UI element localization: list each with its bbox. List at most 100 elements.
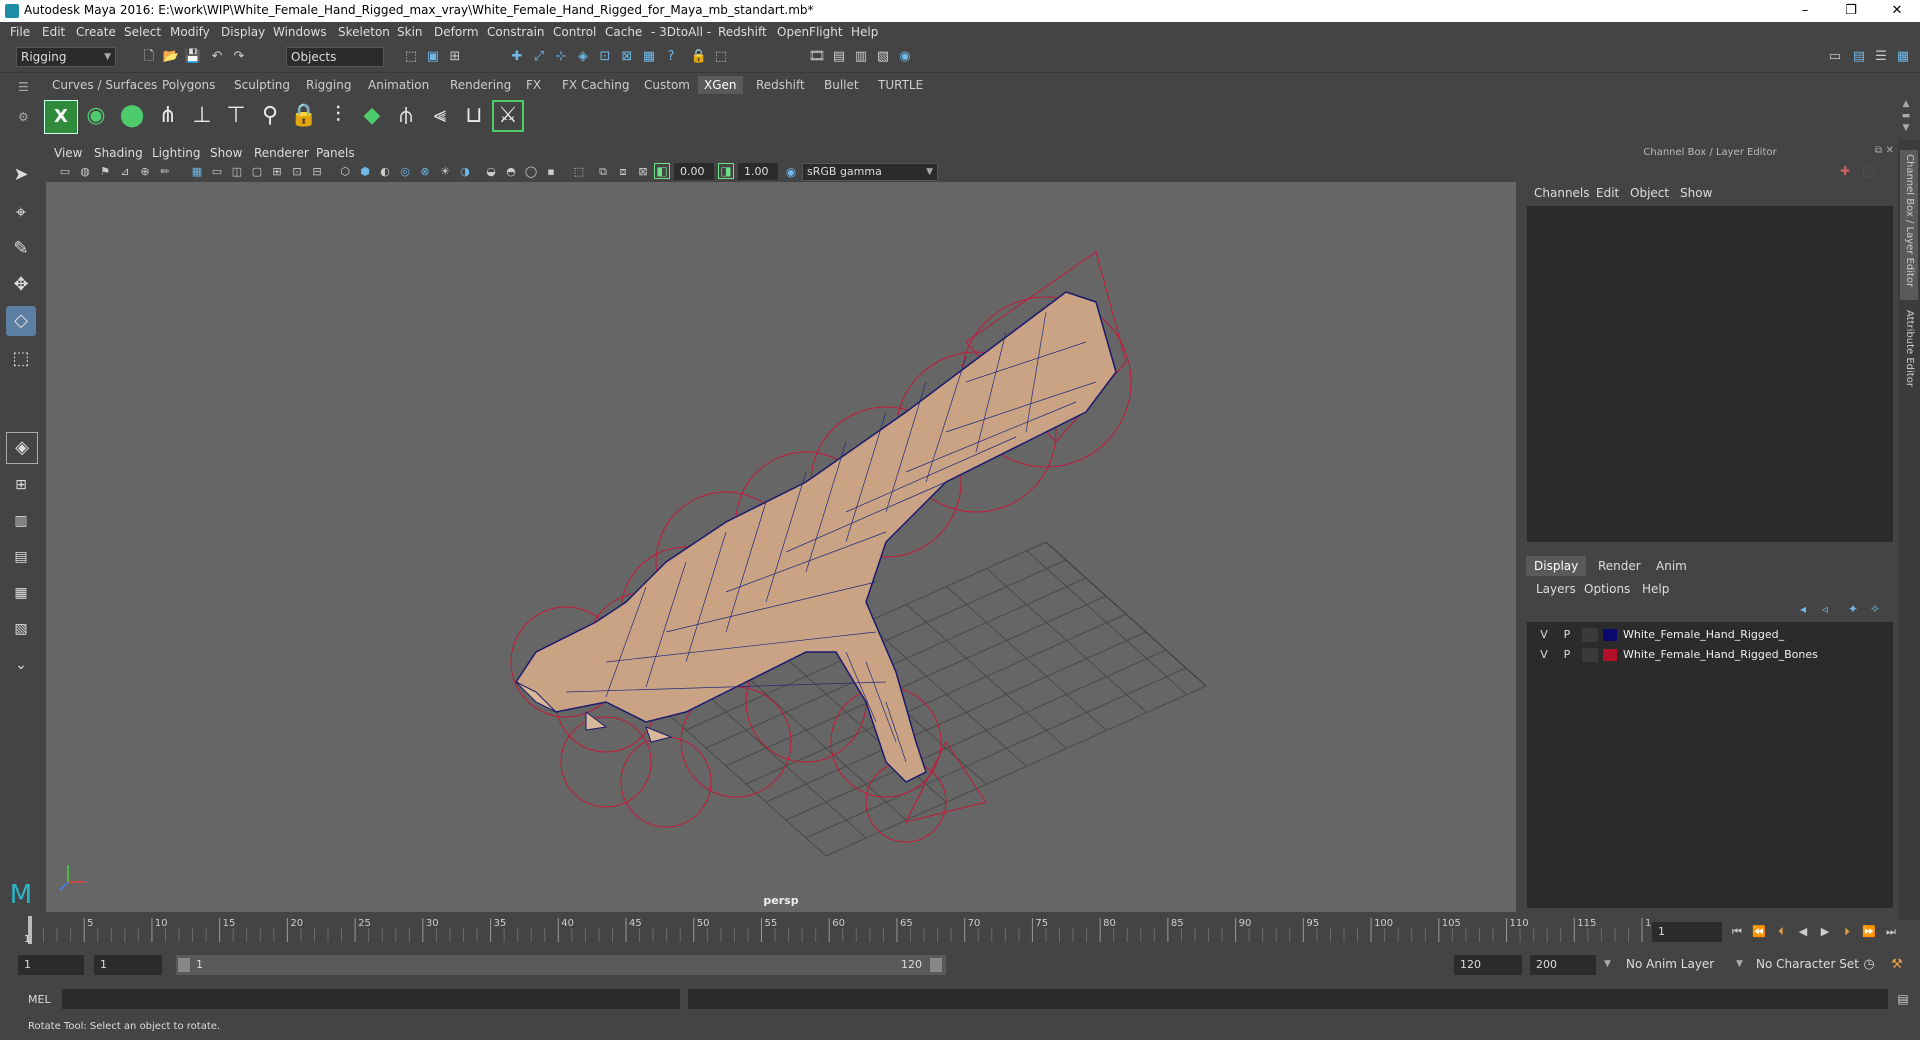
open-scene-icon[interactable]: 📂 — [162, 48, 180, 66]
move-layer-down-icon[interactable]: ◃ — [1822, 602, 1828, 616]
xgen-primitive-icon[interactable]: ⋔ — [152, 100, 184, 132]
ipr-render-icon[interactable]: ▥ — [852, 48, 870, 66]
outliner-persp-graph-layout-icon[interactable]: ▦ — [6, 578, 36, 608]
grease-pencil-icon[interactable]: ✏ — [156, 163, 174, 181]
side-tab-attribute-editor[interactable]: Attribute Editor — [1904, 310, 1915, 387]
mode-dropdown[interactable]: Rigging ▼ — [16, 47, 116, 67]
layer-tab-display[interactable]: Display — [1526, 556, 1587, 576]
minimize-button[interactable]: – — [1782, 0, 1828, 22]
layer-tab-render[interactable]: Render — [1590, 556, 1649, 576]
layer-display-type[interactable] — [1582, 628, 1598, 642]
use-all-lights-icon[interactable]: ☀ — [436, 163, 454, 181]
vp-menu-renderer[interactable]: Renderer — [254, 146, 309, 160]
maximize-button[interactable]: ❐ — [1828, 0, 1874, 22]
layer-visibility-toggle[interactable]: V — [1535, 648, 1553, 661]
smooth-shade-icon[interactable]: ⬢ — [356, 163, 374, 181]
shelf-tab-xgen[interactable]: XGen — [698, 76, 743, 94]
textured-icon[interactable]: ⊗ — [416, 163, 434, 181]
menu-skin[interactable]: Skin — [397, 25, 423, 39]
auto-key-icon[interactable]: ◷ — [1860, 956, 1878, 974]
xgen-comb-icon[interactable]: ⫷ — [424, 100, 456, 132]
persp-outliner-layout-icon[interactable]: ▥ — [6, 506, 36, 536]
four-view-layout-icon[interactable]: ⊞ — [6, 470, 36, 500]
perspective-viewport[interactable]: persp — [46, 182, 1516, 912]
range-end-handle[interactable] — [930, 958, 942, 972]
shelf-tab-fx[interactable]: FX — [520, 76, 547, 94]
xgen-clump-icon[interactable]: ⫛ — [390, 100, 422, 132]
shelf-tab-rendering[interactable]: Rendering — [444, 76, 517, 94]
side-tab-channel-box[interactable]: Channel Box / Layer Editor — [1904, 154, 1915, 287]
layer-name[interactable]: White_Female_Hand_Rigged_ — [1623, 628, 1784, 641]
xgen-lock-guide-icon[interactable]: 🔒 — [288, 100, 320, 132]
cb-menu-channels[interactable]: Channels — [1534, 186, 1590, 200]
film-gate-icon[interactable]: ▭ — [208, 163, 226, 181]
layer-color-swatch[interactable] — [1603, 649, 1617, 661]
vp-menu-view[interactable]: View — [54, 146, 82, 160]
layout-menu-icon[interactable]: ⌄ — [6, 650, 36, 680]
selection-mode-dropdown[interactable]: Objects — [286, 47, 384, 67]
play-backwards-icon[interactable]: ◀ — [1794, 923, 1812, 941]
field-chart-icon[interactable]: ⊞ — [268, 163, 286, 181]
step-forward-frame-icon[interactable]: ⏵ — [1838, 923, 1856, 941]
menu-control[interactable]: Control — [553, 25, 596, 39]
shadows-icon[interactable]: ◑ — [456, 163, 474, 181]
xgen-preview-icon[interactable]: ◉ — [80, 100, 112, 132]
camera-attributes-icon[interactable]: ▭ — [56, 163, 74, 181]
menu-select[interactable]: Select — [124, 25, 161, 39]
rotate-tool-icon[interactable]: ◇ — [6, 306, 36, 336]
select-hierarchy-icon[interactable]: ⬚ — [402, 48, 420, 66]
undo-icon[interactable]: ↶ — [208, 48, 226, 66]
menu-edit[interactable]: Edit — [42, 25, 65, 39]
vp-menu-shading[interactable]: Shading — [94, 146, 143, 160]
cb-menu-edit[interactable]: Edit — [1596, 186, 1619, 200]
shelf-menu-icon[interactable]: ☰ — [18, 80, 32, 94]
shelf-tab-turtle[interactable]: TURTLE — [872, 76, 929, 94]
shelf-settings-icon[interactable]: ⚙ — [18, 110, 32, 124]
redo-icon[interactable]: ↷ — [230, 48, 248, 66]
snap-grid-icon[interactable]: ✚ — [508, 48, 526, 66]
shelf-tab-custom[interactable]: Custom — [638, 76, 696, 94]
shelf-tab-polygons[interactable]: Polygons — [156, 76, 221, 94]
motion-blur-icon[interactable]: ◓ — [502, 163, 520, 181]
symmetry-icon[interactable]: ⊠ — [618, 48, 636, 66]
command-input[interactable] — [62, 989, 680, 1009]
range-start-handle[interactable] — [178, 958, 190, 972]
anti-aliasing-icon[interactable]: ◯ — [522, 163, 540, 181]
snap-surface-icon[interactable]: ⊡ — [596, 48, 614, 66]
animation-start-field[interactable]: 1 — [18, 955, 84, 975]
layer-color-swatch[interactable] — [1603, 629, 1617, 641]
animation-end-field[interactable]: 200 — [1530, 955, 1596, 975]
vp-menu-show[interactable]: Show — [210, 146, 242, 160]
depth-of-field-icon[interactable]: ▪ — [542, 163, 560, 181]
menu-create[interactable]: Create — [76, 25, 116, 39]
vp-menu-lighting[interactable]: Lighting — [152, 146, 201, 160]
xray-icon[interactable]: ⧉ — [594, 163, 612, 181]
image-plane-icon[interactable]: ⊿ — [116, 163, 134, 181]
layer-menu-layers[interactable]: Layers — [1536, 582, 1576, 596]
xgen-cut-icon[interactable]: ⊔ — [458, 100, 490, 132]
wireframe-icon[interactable]: ⬡ — [336, 163, 354, 181]
shelf-tab-curves-surfaces[interactable]: Curves / Surfaces — [46, 76, 163, 94]
new-layer-icon[interactable]: ✦ — [1848, 602, 1858, 616]
menu-skeleton[interactable]: Skeleton — [338, 25, 390, 39]
menu-constrain[interactable]: Constrain — [487, 25, 545, 39]
menu-cache[interactable]: Cache — [605, 25, 642, 39]
layer-visibility-toggle[interactable]: V — [1535, 628, 1553, 641]
move-layer-up-icon[interactable]: ◂ — [1800, 602, 1806, 616]
cb-menu-object[interactable]: Object — [1630, 186, 1669, 200]
layer-menu-options[interactable]: Options — [1584, 582, 1630, 596]
select-tool-icon[interactable]: ➤ — [6, 160, 36, 190]
vp-menu-panels[interactable]: Panels — [316, 146, 355, 160]
xray-joints-icon[interactable]: ⊠ — [634, 163, 652, 181]
menu-file[interactable]: File — [10, 25, 30, 39]
shelf-tab-fx-caching[interactable]: FX Caching — [556, 76, 635, 94]
float-panel-icon[interactable]: ⧉ — [1875, 145, 1882, 156]
two-d-pan-zoom-icon[interactable]: ⊕ — [136, 163, 154, 181]
playback-end-field[interactable]: 120 — [1454, 955, 1522, 975]
shelf-tab-bullet[interactable]: Bullet — [818, 76, 865, 94]
select-object-icon[interactable]: ▣ — [424, 48, 442, 66]
gamma-field[interactable]: 1.00 — [738, 163, 778, 180]
hypershade-layout-icon[interactable]: ▧ — [6, 614, 36, 644]
go-to-start-icon[interactable]: ⏮ — [1728, 923, 1746, 941]
step-forward-key-icon[interactable]: ⏩ — [1860, 923, 1878, 941]
